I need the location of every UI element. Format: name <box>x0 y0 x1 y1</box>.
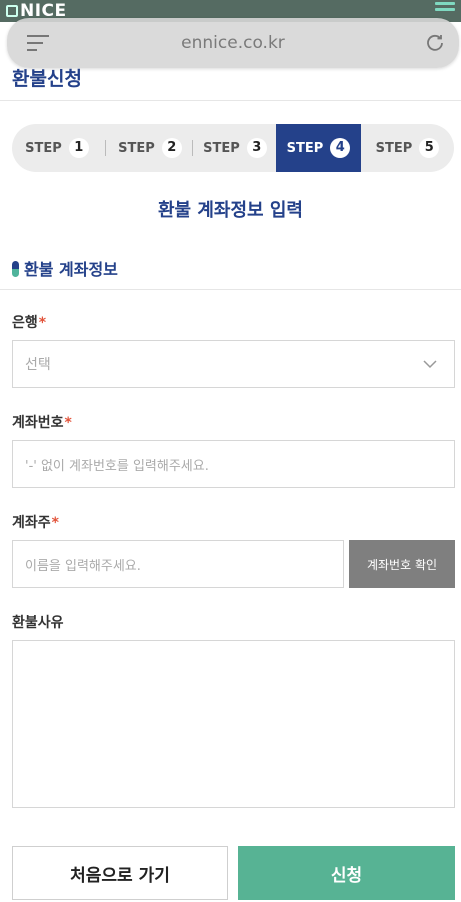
bank-select-value: 선택 <box>25 357 51 373</box>
account-holder-label-text: 계좌주 <box>12 515 51 531</box>
section-heading: 환불 계좌정보 입력 <box>157 200 303 221</box>
hamburger-menu-icon[interactable] <box>435 2 455 18</box>
step-label: STEP <box>118 140 155 156</box>
step-number: 3 <box>246 138 267 158</box>
refund-reason-label: 환불사유 <box>12 615 64 631</box>
step-label: STEP <box>25 140 62 156</box>
browser-address-bar[interactable]: ennice.co.kr <box>7 18 459 68</box>
step-separator <box>192 140 193 156</box>
sub-heading-text: 환불 계좌정보 <box>24 260 118 279</box>
step-1: STEP 1 <box>12 124 102 172</box>
url-text[interactable]: ennice.co.kr <box>7 33 459 53</box>
account-number-placeholder: '-' 없이 계좌번호를 입력해주세요. <box>25 458 209 474</box>
account-number-label: 계좌번호* <box>12 412 72 432</box>
refund-reason-textarea[interactable] <box>12 640 455 808</box>
step-2: STEP 2 <box>108 124 192 172</box>
account-number-input[interactable]: '-' 없이 계좌번호를 입력해주세요. <box>12 440 455 488</box>
verify-account-button[interactable]: 계좌번호 확인 <box>349 540 455 588</box>
step-5: STEP 5 <box>361 124 454 172</box>
step-number: 1 <box>68 138 89 158</box>
bank-label: 은행* <box>12 312 46 332</box>
divider <box>0 289 461 290</box>
submit-button[interactable]: 신청 <box>238 846 455 900</box>
chevron-down-icon <box>423 360 437 369</box>
bullet-pill-icon <box>12 261 19 277</box>
step-label: STEP <box>286 140 324 156</box>
step-3: STEP 3 <box>194 124 276 172</box>
account-holder-label: 계좌주* <box>12 512 59 532</box>
reload-icon[interactable] <box>425 32 445 52</box>
account-holder-input[interactable]: 이름을 입력해주세요. <box>12 540 344 588</box>
step-separator <box>105 140 106 156</box>
step-number: 5 <box>419 138 440 158</box>
go-home-button[interactable]: 처음으로 가기 <box>12 846 228 900</box>
page-title: 환불신청 <box>12 68 82 90</box>
step-indicator: STEP 1 STEP 2 STEP 3 STEP 4 STEP 5 <box>12 124 454 172</box>
step-number: 2 <box>161 138 182 158</box>
bank-select[interactable]: 선택 <box>12 340 455 388</box>
step-label: STEP <box>203 140 240 156</box>
divider <box>0 100 461 101</box>
account-number-label-text: 계좌번호 <box>12 415 64 431</box>
step-4-current: STEP 4 <box>276 124 361 172</box>
required-mark: * <box>51 515 59 531</box>
required-mark: * <box>64 415 72 431</box>
required-mark: * <box>38 315 47 331</box>
account-holder-placeholder: 이름을 입력해주세요. <box>25 558 141 574</box>
step-number: 4 <box>330 138 351 158</box>
sub-heading: 환불 계좌정보 <box>12 256 118 280</box>
step-label: STEP <box>375 140 413 156</box>
logo-mark-icon <box>6 5 18 17</box>
bank-label-text: 은행 <box>12 315 38 331</box>
